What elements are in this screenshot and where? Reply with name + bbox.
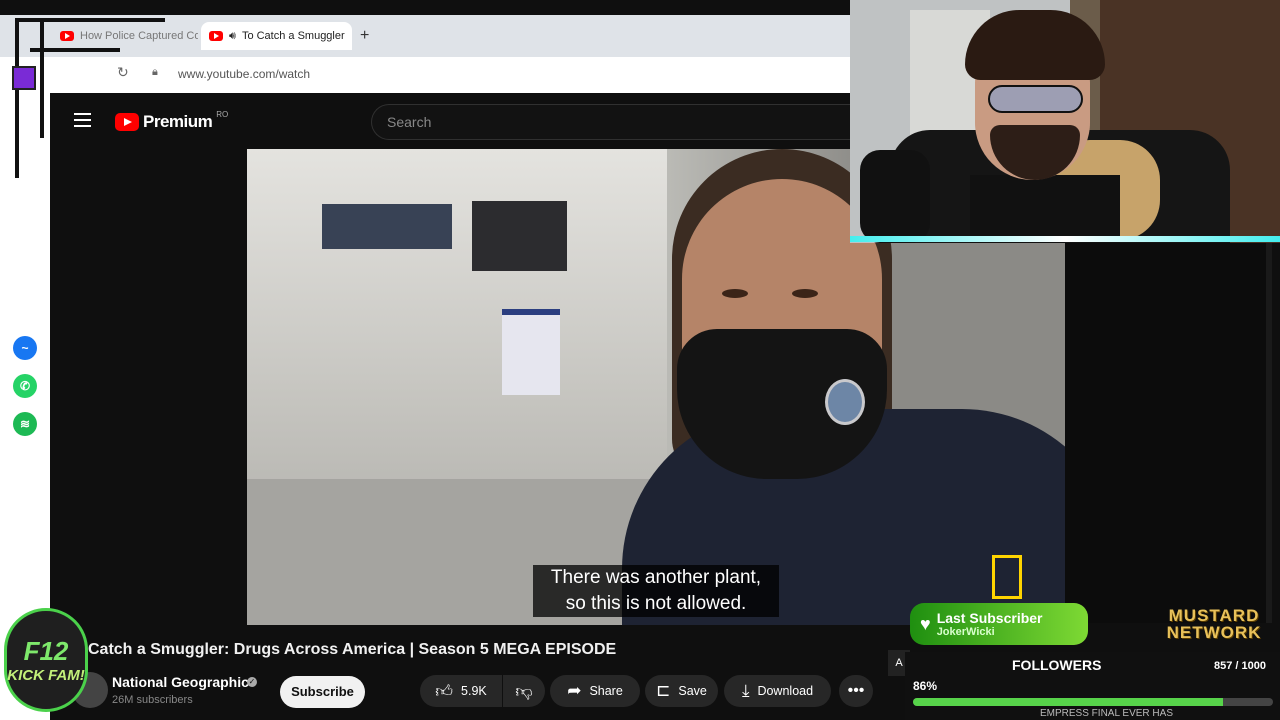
url-text[interactable]: www.youtube.com/watch xyxy=(178,67,310,81)
followers-progress-fill xyxy=(913,698,1223,706)
followers-progress-track xyxy=(913,698,1273,706)
decorative-frame xyxy=(15,18,165,22)
whatsapp-icon[interactable]: ✆ xyxy=(13,374,37,398)
youtube-logo[interactable]: Premium RO xyxy=(115,110,228,132)
officer-eye xyxy=(792,289,818,298)
share-icon: ➦ xyxy=(567,681,582,700)
ticker-text: EMPRESS FINAL EVER HAS xyxy=(1040,708,1173,719)
followers-count: 857 / 1000 xyxy=(1214,660,1266,672)
last-subscriber-widget: ♥ Last Subscriber JokerWicki xyxy=(910,603,1088,645)
video-title: Catch a Smuggler: Drugs Across America |… xyxy=(88,641,617,658)
thumbs-up-icon: 👍︎ xyxy=(435,681,454,701)
subscriber-count: 26M subscribers xyxy=(112,694,193,706)
lock-icon[interactable]: 🔒︎ xyxy=(152,66,158,79)
bookmark-icon: ⊏ xyxy=(656,681,671,700)
channel-name[interactable]: National Geographic xyxy=(112,674,249,690)
page-scrollbar[interactable] xyxy=(1266,243,1272,623)
kick-fam-badge: F12 KICK FAM! xyxy=(4,608,88,712)
microphone xyxy=(860,150,930,243)
followers-title: FOLLOWERS xyxy=(1012,657,1102,673)
reload-icon[interactable]: ↻ xyxy=(117,64,129,81)
youtube-favicon-icon xyxy=(209,31,223,41)
mustard-network-logo: MUSTARD NETWORK xyxy=(1166,606,1262,642)
recommendations-area xyxy=(1065,243,1270,623)
like-button[interactable]: 👍︎ 5.9K xyxy=(420,675,502,707)
thumbs-down-icon: 👎︎ xyxy=(515,681,533,701)
more-dots-icon: ••• xyxy=(847,682,865,699)
browser-tab-inactive[interactable]: How Police Captured Col xyxy=(52,22,198,50)
subscribe-button[interactable]: Subscribe xyxy=(280,676,365,708)
followers-percent: 86% xyxy=(913,679,938,693)
uniform-patch xyxy=(825,379,865,425)
officer-eye xyxy=(722,289,748,298)
spotify-icon[interactable]: ≋ xyxy=(13,412,37,436)
tab-title: To Catch a Smuggler xyxy=(241,30,345,42)
webcam-feed xyxy=(850,0,1280,243)
streamer-hair xyxy=(965,10,1105,80)
speaker-icon[interactable]: 🔊︎ xyxy=(229,30,236,43)
decorative-frame xyxy=(15,18,19,178)
search-input[interactable]: Search xyxy=(371,104,851,140)
dislike-button[interactable]: 👎︎ xyxy=(503,675,545,707)
highlight-box xyxy=(992,555,1022,599)
webcam-border xyxy=(850,236,1280,242)
menu-icon[interactable] xyxy=(74,113,91,131)
video-subtitles: There was another plant, so this is not … xyxy=(533,565,779,617)
download-icon: ⤓ xyxy=(741,681,750,700)
new-tab-button[interactable]: + xyxy=(360,27,369,45)
browser-tab-active[interactable]: 🔊︎ To Catch a Smuggler xyxy=(201,22,352,50)
verified-icon: ✓ xyxy=(247,677,257,687)
tab-title: How Police Captured Col xyxy=(80,30,198,42)
streamer-shirt xyxy=(970,175,1120,243)
youtube-play-icon xyxy=(115,113,139,131)
heart-icon: ♥ xyxy=(920,613,931,634)
more-actions-button[interactable]: ••• xyxy=(839,675,873,707)
messenger-icon[interactable]: ~ xyxy=(13,336,37,360)
download-button[interactable]: ⤓ Download xyxy=(724,675,831,707)
save-button[interactable]: ⊏ Save xyxy=(645,675,718,707)
decorative-frame xyxy=(40,18,44,138)
streamer-glasses xyxy=(988,85,1083,113)
youtube-favicon-icon xyxy=(60,31,74,41)
purple-square-icon xyxy=(12,66,36,90)
share-button[interactable]: ➦ Share xyxy=(550,675,640,707)
